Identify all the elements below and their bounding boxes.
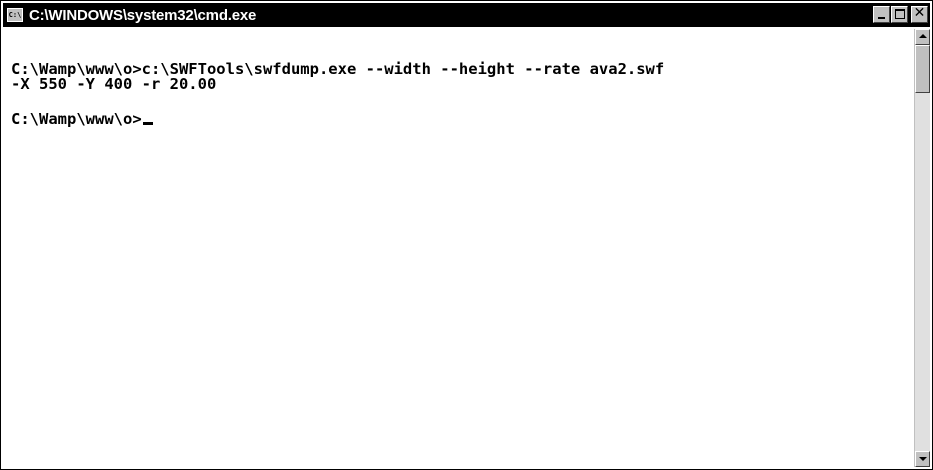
cmd-window: C:\ C:\WINDOWS\system32\cmd.exe ✕ C:\Wam… (0, 0, 933, 470)
prompt-text: C:\Wamp\www\o> (11, 110, 142, 128)
close-icon: ✕ (913, 5, 926, 21)
window-title: C:\WINDOWS\system32\cmd.exe (29, 6, 257, 24)
console-line-2: -X 550 -Y 400 -r 20.00 (11, 75, 217, 93)
scroll-down-button[interactable] (915, 451, 930, 467)
window-controls: ✕ (872, 5, 928, 23)
minimize-button[interactable] (873, 6, 890, 23)
console-output[interactable]: C:\Wamp\www\o>c:\SWFTools\swfdump.exe --… (5, 29, 913, 467)
text-cursor (142, 122, 153, 125)
close-button[interactable]: ✕ (911, 5, 928, 23)
maximize-button[interactable] (891, 6, 908, 23)
cmd-icon[interactable]: C:\ (7, 8, 23, 22)
scrollbar-thumb[interactable] (915, 45, 930, 93)
prompt-line: C:\Wamp\www\o> (11, 111, 153, 127)
vertical-scrollbar[interactable] (914, 29, 930, 467)
title-bar[interactable]: C:\ C:\WINDOWS\system32\cmd.exe ✕ (3, 3, 930, 27)
scroll-up-button[interactable] (915, 29, 930, 45)
